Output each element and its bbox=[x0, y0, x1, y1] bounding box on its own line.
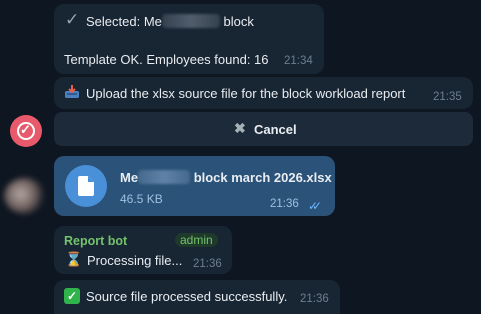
check-icon: ✓ bbox=[20, 122, 31, 137]
message-time: 21:34 bbox=[284, 55, 313, 67]
checkmark-icon: ✓ bbox=[65, 10, 80, 29]
message-time: 21:36 bbox=[270, 198, 299, 210]
success-text: Source file processed successfully. bbox=[86, 289, 288, 304]
processing-text: Processing file... bbox=[87, 253, 183, 268]
message-bubble-processing: Report bot admin ⌛ Processing file... 21… bbox=[54, 226, 232, 274]
hourglass-icon: ⌛ bbox=[65, 251, 83, 267]
selected-text: Selected: Me block bbox=[86, 14, 254, 29]
file-size: 46.5 KB bbox=[120, 192, 163, 206]
blurred-name bbox=[161, 14, 220, 28]
message-bubble-file[interactable]: Me block march 2026.xlsx 46.5 KB 21:36 ✓… bbox=[54, 156, 335, 216]
sender-name[interactable]: Report bot bbox=[64, 234, 127, 248]
cancel-button-label: Cancel bbox=[254, 122, 297, 137]
file-name[interactable]: Me block march 2026.xlsx bbox=[120, 170, 332, 185]
green-check-icon: ✓ bbox=[64, 288, 80, 304]
file-icon-circle[interactable] bbox=[65, 165, 107, 207]
message-time: 21:36 bbox=[193, 258, 222, 270]
message-time: 21:35 bbox=[433, 91, 462, 103]
admin-badge: admin bbox=[175, 233, 218, 247]
double-check-icon: ✓✓ bbox=[308, 199, 322, 213]
cancel-button[interactable]: ✖ Cancel bbox=[54, 112, 473, 146]
bot-avatar: ✓ bbox=[10, 115, 42, 147]
blurred-name bbox=[138, 170, 191, 184]
message-bubble-upload-prompt: Upload the xlsx source file for the bloc… bbox=[54, 77, 473, 109]
message-bubble-selected: ✓ Selected: Me block Template OK. Employ… bbox=[54, 4, 324, 74]
template-status-text: Template OK. Employees found: 16 bbox=[64, 52, 269, 67]
inbox-tray-icon bbox=[64, 85, 80, 99]
message-bubble-success: ✓ Source file processed successfully. 21… bbox=[54, 280, 340, 314]
x-mark-icon: ✖ bbox=[234, 120, 246, 136]
document-icon bbox=[78, 176, 94, 201]
user-avatar bbox=[4, 178, 46, 214]
upload-prompt-text: Upload the xlsx source file for the bloc… bbox=[86, 86, 406, 101]
message-time: 21:36 bbox=[300, 293, 329, 305]
